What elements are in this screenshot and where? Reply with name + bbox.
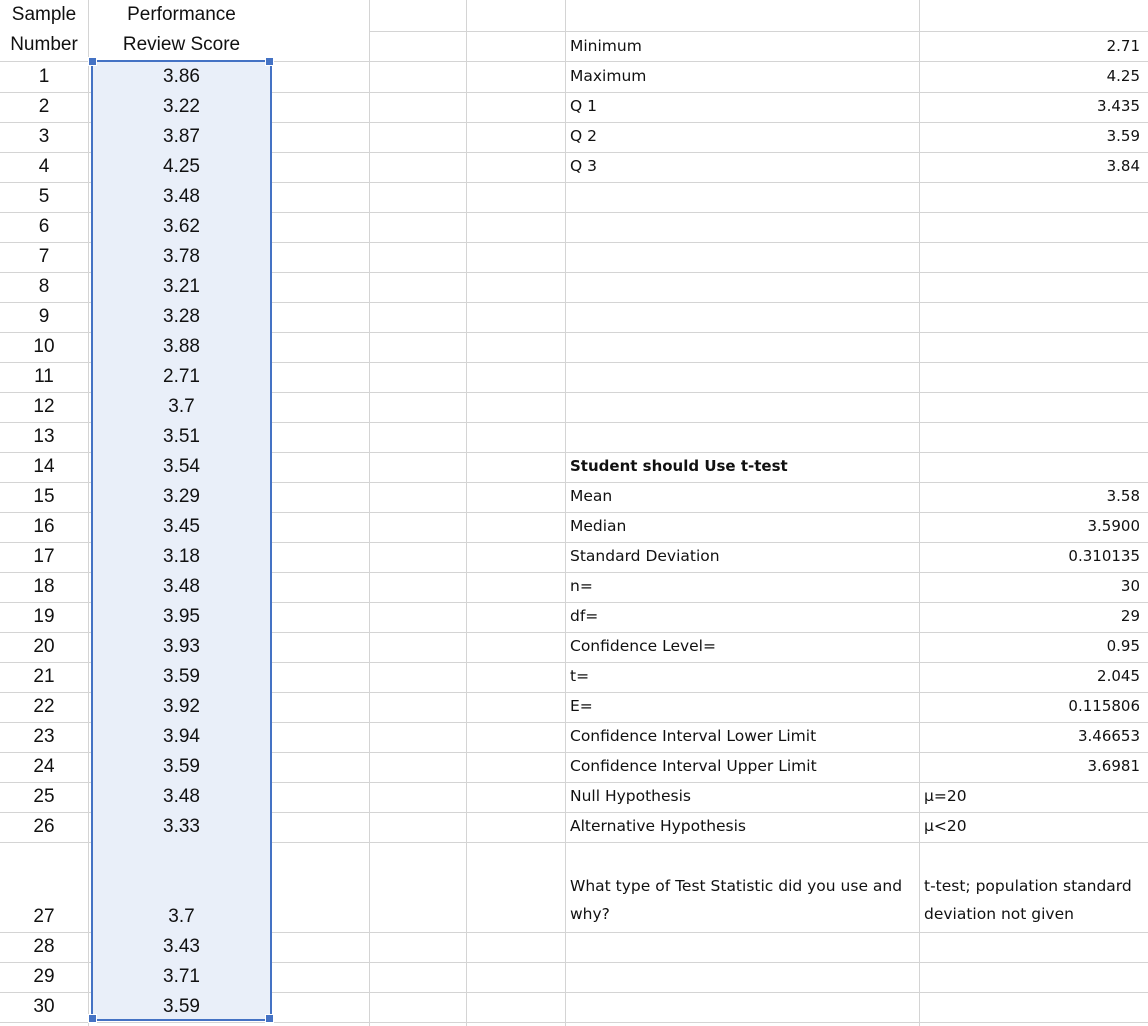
summary-label[interactable]: Minimum [570,37,642,55]
column-gridline [565,0,566,1026]
ttest-label[interactable]: Median [570,517,626,535]
sample-number-cell[interactable]: 11 [0,366,88,388]
sample-number-cell[interactable]: 3 [0,126,88,148]
row-gridline [0,1022,1148,1023]
summary-value[interactable]: 3.59 [920,127,1140,145]
ttest-label[interactable]: df= [570,607,598,625]
header-score-line1: Performance [127,4,236,25]
sample-number-cell[interactable]: 4 [0,156,88,178]
answer-line2: deviation not given [924,905,1074,923]
header-sample-line2: Number [10,34,78,55]
sample-number-cell[interactable]: 15 [0,486,88,508]
summary-label[interactable]: Q 2 [570,127,597,145]
sample-number-cell[interactable]: 6 [0,216,88,238]
ttest-value[interactable]: 3.58 [920,487,1140,505]
sample-number-cell[interactable]: 19 [0,606,88,628]
ttest-value[interactable]: 30 [920,577,1140,595]
sample-number-cell[interactable]: 29 [0,966,88,988]
ttest-label[interactable]: Standard Deviation [570,547,720,565]
sample-number-cell[interactable]: 8 [0,276,88,298]
ttest-heading[interactable]: Student should Use t-test [570,457,788,475]
ttest-value[interactable]: 3.6981 [920,757,1141,775]
ttest-label[interactable]: Confidence Interval Lower Limit [570,727,816,745]
header-performance-score[interactable]: Performance Review Score [92,0,271,60]
hypothesis-value[interactable]: μ=20 [924,787,967,805]
sample-number-cell[interactable]: 2 [0,96,88,118]
summary-label[interactable]: Q 1 [570,97,597,115]
summary-value[interactable]: 3.84 [920,157,1140,175]
header-score-line2: Review Score [122,34,241,55]
ttest-value[interactable]: 0.115806 [920,697,1140,715]
answer-line1: t-test; population standard [924,877,1132,895]
sample-number-cell[interactable]: 14 [0,456,88,478]
selection-handle-bottom-right[interactable] [265,1014,274,1023]
summary-value[interactable]: 2.71 [920,37,1140,55]
question-line1: What type of Test Statistic did you use … [570,877,903,895]
question-line2: why? [570,905,610,923]
header-sample-number[interactable]: Sample Number [0,0,88,60]
question-cell[interactable]: What type of Test Statistic did you use … [570,877,915,927]
sample-number-cell[interactable]: 7 [0,246,88,268]
sample-number-cell[interactable]: 25 [0,786,88,808]
sample-number-cell[interactable]: 18 [0,576,88,598]
ttest-label[interactable]: E= [570,697,593,715]
summary-label[interactable]: Q 3 [570,157,597,175]
ttest-value[interactable]: 29 [920,607,1140,625]
hypothesis-value[interactable]: μ<20 [924,817,967,835]
ttest-label[interactable]: Confidence Level= [570,637,716,655]
sample-number-cell[interactable]: 16 [0,516,88,538]
column-gridline [88,0,89,1026]
sample-number-cell[interactable]: 12 [0,396,88,418]
sample-number-cell[interactable]: 22 [0,696,88,718]
ttest-label[interactable]: Mean [570,487,612,505]
selection-handle-top-left[interactable] [88,57,97,66]
header-sample-line1: Sample [11,4,77,25]
sample-number-cell[interactable]: 9 [0,306,88,328]
sample-number-cell[interactable]: 23 [0,726,88,748]
ttest-value[interactable]: 3.46653 [920,727,1140,745]
summary-value[interactable]: 4.25 [920,67,1140,85]
selection-handle-top-right[interactable] [265,57,274,66]
sample-number-cell[interactable]: 28 [0,936,88,958]
ttest-label[interactable]: n= [570,577,593,595]
sample-number-cell[interactable]: 30 [0,996,88,1018]
sample-number-cell[interactable]: 10 [0,336,88,358]
sample-number-cell[interactable]: 21 [0,666,88,688]
ttest-value[interactable]: 2.045 [920,667,1140,685]
sample-number-cell[interactable]: 24 [0,756,88,778]
ttest-value[interactable]: 0.310135 [920,547,1140,565]
selection-border [91,60,272,1021]
ttest-label[interactable]: Confidence Interval Upper Limit [570,757,817,775]
column-gridline [369,0,370,1026]
sample-number-cell[interactable]: 26 [0,816,88,838]
ttest-value[interactable]: 3.5900 [920,517,1141,535]
summary-label[interactable]: Maximum [570,67,646,85]
ttest-value[interactable]: 0.95 [920,637,1140,655]
hypothesis-label[interactable]: Alternative Hypothesis [570,817,746,835]
answer-cell[interactable]: t-test; population standard deviation no… [924,877,1146,927]
selection-handle-bottom-left[interactable] [88,1014,97,1023]
summary-value[interactable]: 3.435 [920,97,1140,115]
row-gridline [370,31,1148,32]
hypothesis-label[interactable]: Null Hypothesis [570,787,691,805]
sample-number-cell[interactable]: 27 [0,906,88,928]
sample-number-cell[interactable]: 17 [0,546,88,568]
column-gridline [919,0,920,1026]
ttest-label[interactable]: t= [570,667,589,685]
column-gridline [466,0,467,1026]
sample-number-cell[interactable]: 13 [0,426,88,448]
sample-number-cell[interactable]: 5 [0,186,88,208]
sample-number-cell[interactable]: 20 [0,636,88,658]
sample-number-cell[interactable]: 1 [0,66,88,88]
